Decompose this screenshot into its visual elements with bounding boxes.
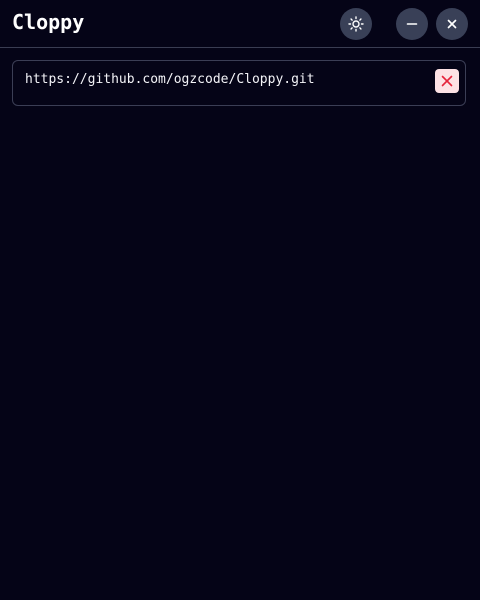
app-title: Cloppy [12, 10, 85, 34]
title-bar: Cloppy [0, 0, 480, 48]
close-icon [447, 19, 457, 29]
sun-icon [348, 16, 364, 32]
remove-repo-button[interactable] [435, 69, 459, 93]
theme-toggle-button[interactable] [340, 8, 372, 40]
repo-url-card: https://github.com/ogzcode/Cloppy.git [12, 60, 466, 106]
repo-url-text[interactable]: https://github.com/ogzcode/Cloppy.git [25, 72, 315, 88]
minimize-button[interactable] [396, 8, 428, 40]
close-icon [441, 75, 453, 87]
close-button[interactable] [436, 8, 468, 40]
minus-icon [406, 23, 418, 25]
